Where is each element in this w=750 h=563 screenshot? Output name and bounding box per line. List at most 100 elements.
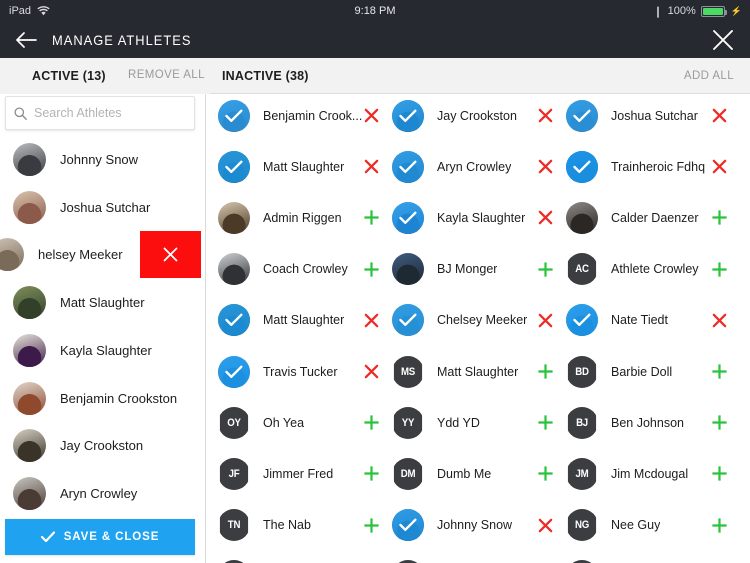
remove-athlete-button[interactable]	[360, 156, 382, 178]
status-bar-clock: 9:18 PM	[354, 5, 396, 17]
selected-check-overlay	[392, 150, 424, 183]
grid-athlete-name: Aryn Crowley	[437, 159, 512, 174]
grid-athlete-row[interactable]: Aryn Crowley	[381, 141, 562, 192]
remove-athlete-button[interactable]	[534, 156, 556, 178]
grid-athlete-row[interactable]: AC Athlete Crowley	[555, 244, 736, 295]
grid-athlete-row[interactable]: BJ Ben Johnson	[555, 397, 736, 448]
sidebar-athlete-row[interactable]: helsey Meeker	[0, 231, 205, 279]
grid-athlete-name: Matt Slaughter	[263, 159, 345, 174]
arrow-left-icon	[16, 32, 37, 48]
grid-athlete-row[interactable]: BD Barbie Doll	[555, 346, 736, 397]
avatar	[218, 304, 250, 337]
grid-athlete-row[interactable]: Jay Crookston	[381, 94, 562, 141]
grid-athlete-row[interactable]: YY Ydd YD	[381, 397, 562, 448]
remove-athlete-button[interactable]	[534, 207, 556, 229]
sidebar-athlete-row[interactable]: Aryn Crowley	[0, 469, 205, 517]
search-box[interactable]	[5, 96, 195, 130]
add-athlete-button[interactable]	[708, 361, 730, 383]
add-athlete-button[interactable]	[708, 207, 730, 229]
avatar	[0, 238, 24, 272]
grid-athlete-row[interactable]	[555, 551, 736, 563]
grid-athlete-row[interactable]: Calder Daenzer	[555, 192, 736, 243]
close-x-icon	[538, 313, 552, 328]
remove-athlete-button[interactable]	[534, 105, 556, 127]
avatar	[392, 253, 424, 286]
avatar	[13, 190, 46, 224]
add-athlete-button[interactable]	[708, 258, 730, 280]
remove-athlete-button[interactable]	[360, 105, 382, 127]
tab-active[interactable]: ACTIVE (13)	[32, 69, 106, 83]
grid-athlete-row[interactable]: BJ Monger	[381, 244, 562, 295]
tab-inactive[interactable]: INACTIVE (38)	[222, 69, 309, 83]
search-input[interactable]	[34, 106, 184, 120]
close-x-icon	[713, 30, 733, 50]
close-x-icon	[364, 159, 378, 174]
add-athlete-button[interactable]	[708, 412, 730, 434]
grid-athlete-row[interactable]: Joshua Sutchar	[555, 94, 736, 141]
remove-athlete-button[interactable]	[708, 105, 730, 127]
add-athlete-button[interactable]	[708, 463, 730, 485]
add-all-button[interactable]: ADD ALL	[684, 70, 734, 82]
plus-icon	[711, 261, 727, 277]
remove-athlete-button[interactable]	[708, 309, 730, 331]
grid-athlete-row[interactable]: Coach Crowley	[207, 244, 388, 295]
avatar-initials: OY	[219, 406, 249, 439]
grid-athlete-row[interactable]: Matt Slaughter	[207, 295, 388, 346]
selected-check-overlay	[392, 201, 424, 234]
grid-athlete-row[interactable]: Chelsey Meeker	[381, 295, 562, 346]
remove-athlete-button[interactable]	[360, 309, 382, 331]
save-and-close-button[interactable]: SAVE & CLOSE	[5, 519, 195, 555]
add-athlete-button[interactable]	[360, 514, 382, 536]
grid-athlete-row[interactable]: Kayla Slaughter	[381, 192, 562, 243]
avatar: DM	[392, 457, 424, 490]
grid-athlete-row[interactable]: Benjamin Crook...	[207, 94, 388, 141]
grid-athlete-row[interactable]: DM Dumb Me	[381, 448, 562, 499]
sidebar-athlete-row[interactable]: Joshua Sutchar	[0, 183, 205, 231]
add-athlete-button[interactable]	[360, 207, 382, 229]
grid-athlete-row[interactable]	[381, 551, 562, 563]
plus-icon	[363, 517, 379, 533]
add-athlete-button[interactable]	[534, 463, 556, 485]
add-athlete-button[interactable]	[360, 463, 382, 485]
grid-athlete-row[interactable]: Admin Riggen	[207, 192, 388, 243]
add-athlete-button[interactable]	[534, 361, 556, 383]
remove-athlete-button[interactable]	[360, 361, 382, 383]
grid-athlete-row[interactable]: Nate Tiedt	[555, 295, 736, 346]
sidebar-athlete-row[interactable]: Johnny Snow	[0, 136, 205, 183]
add-athlete-button[interactable]	[534, 258, 556, 280]
grid-athlete-row[interactable]: Johnny Snow	[381, 500, 562, 551]
add-athlete-button[interactable]	[708, 514, 730, 536]
grid-athlete-row[interactable]: OY Oh Yea	[207, 397, 388, 448]
remove-all-button[interactable]: REMOVE ALL	[128, 69, 205, 81]
grid-athlete-row[interactable]: Matt Slaughter	[207, 141, 388, 192]
grid-athlete-row[interactable]: JM Jim Mcdougal	[555, 448, 736, 499]
sidebar-athlete-row[interactable]: Matt Slaughter	[0, 279, 205, 327]
grid-athlete-name: Dumb Me	[437, 466, 492, 481]
remove-athlete-button[interactable]	[534, 309, 556, 331]
remove-athlete-button[interactable]	[708, 156, 730, 178]
avatar	[13, 286, 46, 320]
active-athletes-list[interactable]: Johnny Snow Joshua Sutchar helsey Meeker Ma…	[0, 132, 205, 563]
add-athlete-button[interactable]	[360, 412, 382, 434]
grid-athlete-row[interactable]: MS Matt Slaughter	[381, 346, 562, 397]
close-button[interactable]	[712, 22, 734, 58]
add-athlete-button[interactable]	[360, 258, 382, 280]
grid-athlete-row[interactable]: TN The Nab	[207, 500, 388, 551]
grid-athlete-row[interactable]: Travis Tucker	[207, 346, 388, 397]
back-button[interactable]	[0, 32, 52, 48]
sidebar-athlete-row[interactable]: Jay Crookston	[0, 422, 205, 470]
remove-athlete-button[interactable]	[534, 514, 556, 536]
grid-athlete-row[interactable]: JF Jimmer Fred	[207, 448, 388, 499]
inactive-athletes-grid[interactable]: Benjamin Crook... Matt Slaughter Admin Rig…	[207, 94, 750, 563]
avatar-photo	[566, 201, 598, 234]
grid-athlete-row[interactable]: Trainheroic Fdhq	[555, 141, 736, 192]
grid-athlete-row[interactable]	[207, 551, 388, 563]
avatar-photo	[13, 286, 46, 320]
avatar	[566, 99, 598, 132]
sidebar-athlete-row[interactable]: Kayla Slaughter	[0, 326, 205, 374]
sidebar-athlete-row[interactable]: Benjamin Crookston	[0, 374, 205, 422]
swipe-delete-button[interactable]	[140, 231, 201, 279]
grid-athlete-row[interactable]: NG Nee Guy	[555, 500, 736, 551]
avatar-photo	[13, 190, 46, 224]
add-athlete-button[interactable]	[534, 412, 556, 434]
